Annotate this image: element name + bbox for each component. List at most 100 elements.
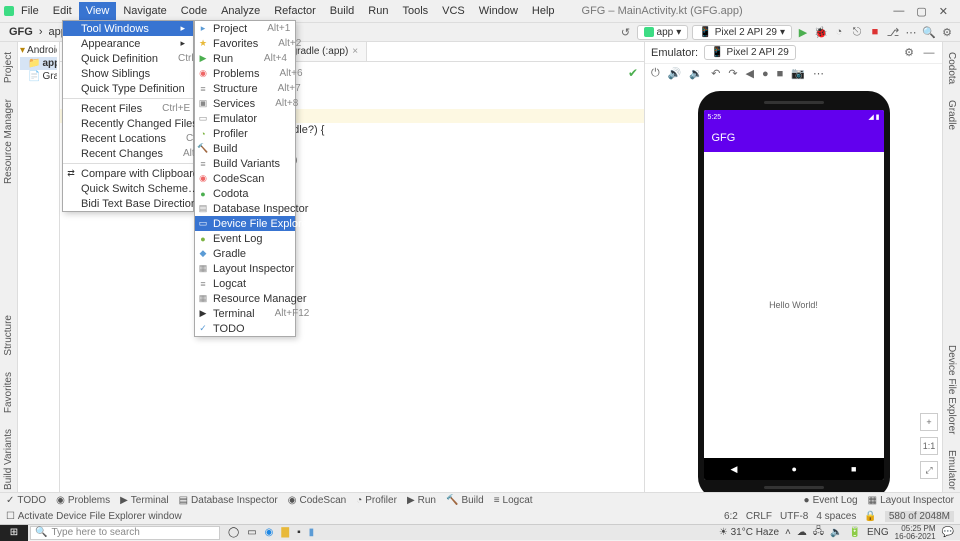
tw-item-gradle[interactable]: ◆Gradle bbox=[195, 246, 295, 261]
tab-close-icon[interactable]: × bbox=[352, 46, 358, 57]
bottom-tool-database-inspector[interactable]: ▤ Database Inspector bbox=[179, 495, 278, 506]
tw-item-todo[interactable]: ✓TODO bbox=[195, 321, 295, 336]
menu-file[interactable]: File bbox=[14, 2, 46, 20]
profile-icon[interactable]: ◔ bbox=[832, 25, 846, 39]
rotate-right-icon[interactable]: ↷ bbox=[728, 67, 737, 80]
tray-notif-icon[interactable]: 💬 bbox=[942, 527, 954, 538]
tw-item-codescan[interactable]: ◉CodeScan bbox=[195, 171, 295, 186]
menu-item-compare-with-clipboard[interactable]: ⇄Compare with Clipboard bbox=[63, 166, 193, 181]
sidebar-tab-codota[interactable]: Codota bbox=[946, 48, 957, 88]
tw-item-emulator[interactable]: ▭Emulator bbox=[195, 111, 295, 126]
breadcrumb[interactable]: GFG bbox=[6, 26, 36, 38]
menu-item-recently-changed-files[interactable]: Recently Changed Files bbox=[63, 116, 193, 131]
sidebar-tab-devfile[interactable]: Device File Explorer bbox=[946, 341, 957, 438]
bottom-tool-terminal[interactable]: ▶ Terminal bbox=[120, 495, 169, 506]
zoom-11[interactable]: 1:1 bbox=[920, 437, 938, 455]
menu-code[interactable]: Code bbox=[174, 2, 214, 20]
minimize-icon[interactable]: — bbox=[893, 5, 904, 18]
bottom-tool-build[interactable]: 🔨 Build bbox=[446, 495, 484, 506]
bottom-tool-event-log[interactable]: ● Event Log bbox=[804, 495, 858, 506]
menu-item-recent-changes[interactable]: Recent ChangesAlt+Shift+C bbox=[63, 146, 193, 161]
tw-item-resource-manager[interactable]: ▦Resource Manager bbox=[195, 291, 295, 306]
nav-back-icon[interactable]: ◀ bbox=[731, 464, 738, 475]
overview-icon[interactable]: ■ bbox=[777, 68, 784, 80]
bottom-tool-profiler[interactable]: ◔ Profiler bbox=[356, 495, 397, 506]
start-button[interactable]: ⊞ bbox=[0, 525, 28, 541]
sidebar-tab-resmgr[interactable]: Resource Manager bbox=[3, 95, 14, 188]
nav-recent-icon[interactable]: ■ bbox=[851, 464, 856, 474]
tw-item-terminal[interactable]: ▶TerminalAlt+F12 bbox=[195, 306, 295, 321]
tray-cloud-icon[interactable]: ☁ bbox=[797, 527, 807, 538]
git-icon[interactable]: ⎇ bbox=[886, 25, 900, 39]
menu-item-show-siblings[interactable]: Show Siblings bbox=[63, 66, 193, 81]
bottom-tool-run[interactable]: ▶ Run bbox=[407, 495, 436, 506]
bottom-tool-problems[interactable]: ◉ Problems bbox=[56, 495, 110, 506]
taskview-icon[interactable]: ▭ bbox=[247, 527, 256, 538]
edge-icon[interactable]: ◉ bbox=[265, 527, 274, 538]
tw-item-build-variants[interactable]: ≡Build Variants bbox=[195, 156, 295, 171]
terminal-icon[interactable]: ▪ bbox=[297, 527, 301, 538]
project-app[interactable]: 📁app bbox=[20, 57, 57, 70]
menu-navigate[interactable]: Navigate bbox=[116, 2, 173, 20]
tw-item-project[interactable]: ▸ProjectAlt+1 bbox=[195, 21, 295, 36]
attach-icon[interactable]: ⎋ bbox=[850, 25, 864, 39]
sidebar-tab-gradle[interactable]: Gradle bbox=[946, 96, 957, 134]
menu-item-recent-files[interactable]: Recent FilesCtrl+E bbox=[63, 101, 193, 116]
emulator-device-select[interactable]: 📱 Pixel 2 API 29 bbox=[704, 45, 796, 60]
vol-down-icon[interactable]: 🔉 bbox=[689, 67, 703, 80]
menu-help[interactable]: Help bbox=[525, 2, 562, 20]
tray-up-icon[interactable]: ˄ bbox=[785, 527, 791, 538]
menu-item-recent-locations[interactable]: Recent LocationsCtrl+Shift+E bbox=[63, 131, 193, 146]
tw-item-layout-inspector[interactable]: ▦Layout Inspector bbox=[195, 261, 295, 276]
sidebar-tab-emulator[interactable]: Emulator bbox=[946, 446, 957, 494]
menu-window[interactable]: Window bbox=[472, 2, 525, 20]
tw-item-problems[interactable]: ◉ProblemsAlt+6 bbox=[195, 66, 295, 81]
bottom-tool-codescan[interactable]: ◉ CodeScan bbox=[288, 495, 346, 506]
tw-item-services[interactable]: ▣ServicesAlt+8 bbox=[195, 96, 295, 111]
more-icon[interactable]: ⋯ bbox=[813, 67, 824, 80]
bottom-tool-logcat[interactable]: ≡ Logcat bbox=[494, 495, 533, 506]
close-icon[interactable]: ✕ bbox=[939, 5, 948, 18]
tray-lang[interactable]: ENG bbox=[867, 527, 889, 538]
menu-item-quick-type-definition[interactable]: Quick Type Definition bbox=[63, 81, 193, 96]
settings-icon[interactable]: ⚙ bbox=[940, 25, 954, 39]
debug-icon[interactable]: 🐞 bbox=[814, 25, 828, 39]
tw-item-structure[interactable]: ≡StructureAlt+7 bbox=[195, 81, 295, 96]
zoom-in[interactable]: + bbox=[920, 413, 938, 431]
gear-icon[interactable]: ⚙ bbox=[902, 46, 916, 60]
menu-analyze[interactable]: Analyze bbox=[214, 2, 267, 20]
run-config-select[interactable]: app ▾ bbox=[637, 25, 689, 40]
explorer-icon[interactable]: ▇ bbox=[281, 527, 289, 538]
menu-edit[interactable]: Edit bbox=[46, 2, 79, 20]
more-icon[interactable]: ⋯ bbox=[904, 25, 918, 39]
cortana-icon[interactable]: ◯ bbox=[228, 527, 239, 538]
tray-net-icon[interactable]: 🖧 bbox=[813, 524, 824, 541]
tw-item-run[interactable]: ▶RunAlt+4 bbox=[195, 51, 295, 66]
run-icon[interactable]: ▶ bbox=[796, 25, 810, 39]
tw-item-favorites[interactable]: ★FavoritesAlt+2 bbox=[195, 36, 295, 51]
tw-item-event-log[interactable]: ●Event Log bbox=[195, 231, 295, 246]
maximize-icon[interactable]: ▢ bbox=[916, 5, 926, 18]
tw-item-logcat[interactable]: ≡Logcat bbox=[195, 276, 295, 291]
menu-item-quick-definition[interactable]: Quick DefinitionCtrl+Shift+I bbox=[63, 51, 193, 66]
menu-view[interactable]: View bbox=[79, 2, 117, 20]
sync-icon[interactable]: ↺ bbox=[619, 25, 633, 39]
tw-item-profiler[interactable]: ◔Profiler bbox=[195, 126, 295, 141]
tray-batt-icon[interactable]: 🔋 bbox=[849, 527, 861, 538]
menu-tools[interactable]: Tools bbox=[395, 2, 435, 20]
zoom-fit[interactable]: ⤢ bbox=[920, 461, 938, 479]
search-icon[interactable]: 🔍 bbox=[922, 25, 936, 39]
menu-refactor[interactable]: Refactor bbox=[267, 2, 323, 20]
app-icon[interactable]: ▮ bbox=[309, 527, 315, 538]
sidebar-tab-structure[interactable]: Structure bbox=[3, 311, 14, 360]
menu-run[interactable]: Run bbox=[361, 2, 395, 20]
tw-item-build[interactable]: 🔨Build bbox=[195, 141, 295, 156]
sidebar-tab-project[interactable]: Project bbox=[3, 48, 14, 87]
bottom-tool-layout-inspector[interactable]: ▦ Layout Inspector bbox=[868, 495, 954, 506]
menu-item-bidi-text-base-direction[interactable]: Bidi Text Base Direction▸ bbox=[63, 196, 193, 211]
hide-icon[interactable]: — bbox=[922, 46, 936, 60]
menu-item-appearance[interactable]: Appearance▸ bbox=[63, 36, 193, 51]
menu-item-tool-windows[interactable]: Tool Windows▸ bbox=[63, 21, 193, 36]
tray-vol-icon[interactable]: 🔈 bbox=[830, 527, 842, 538]
device-select[interactable]: 📱 Pixel 2 API 29 ▾ bbox=[692, 25, 792, 40]
